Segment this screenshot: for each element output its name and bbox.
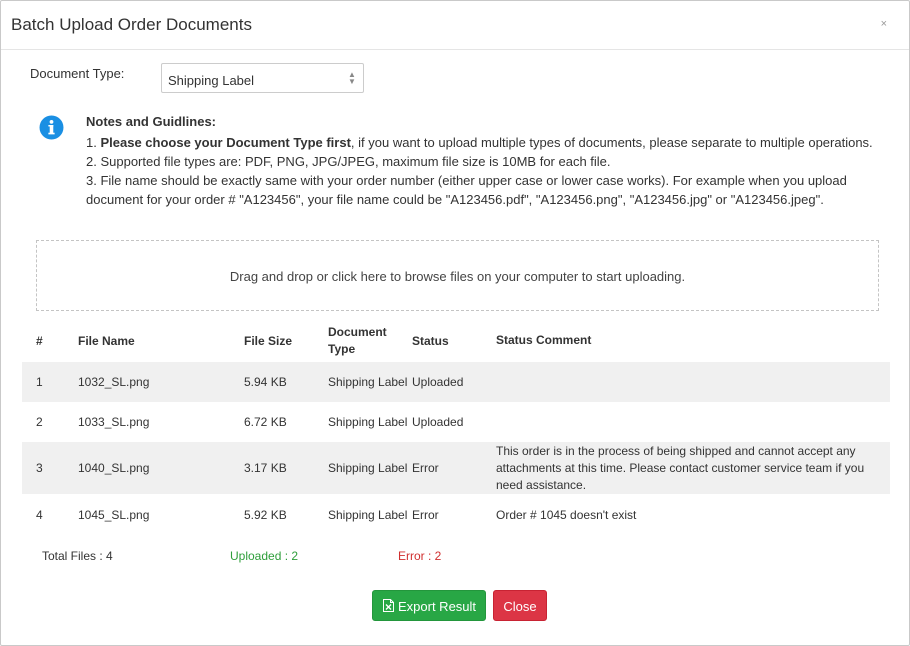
export-result-button[interactable]: Export Result	[372, 590, 486, 621]
file-dropzone[interactable]: Drag and drop or click here to browse fi…	[36, 240, 879, 311]
cell-document-type: Shipping Label	[328, 374, 408, 389]
table-header-row: # File Name File Size Document Type Stat…	[22, 319, 890, 362]
header-status-comment: Status Comment	[496, 333, 592, 347]
document-type-select[interactable]: Shipping Label ▲ ▼	[161, 63, 364, 93]
modal-header: Batch Upload Order Documents ×	[1, 1, 909, 50]
uploaded-count: Uploaded : 2	[230, 549, 299, 563]
cell-document-type: Shipping Label	[328, 507, 408, 522]
total-files-count: Total Files : 4	[42, 549, 113, 563]
cell-status-comment: This order is in the process of being sh…	[496, 443, 865, 492]
cell-file-size: 3.17 KB	[244, 461, 287, 475]
cell-status-comment: Order # 1045 doesn't exist	[496, 507, 637, 522]
cell-file-size: 5.94 KB	[244, 375, 287, 389]
close-button-label: Close	[503, 599, 537, 614]
excel-export-icon	[383, 599, 394, 612]
cell-status: Error	[412, 461, 439, 475]
header-file-name: File Name	[78, 333, 135, 348]
cell-file-size: 5.92 KB	[244, 508, 287, 522]
table-row: 2 1033_SL.png 6.72 KB Shipping Label Upl…	[22, 402, 890, 442]
note-item-3: 3. File name should be exactly same with…	[86, 173, 847, 207]
document-type-row: Document Type: Shipping Label ▲ ▼	[30, 63, 370, 95]
upload-results-table: # File Name File Size Document Type Stat…	[22, 319, 890, 536]
cell-index: 3	[36, 461, 43, 475]
cell-index: 1	[36, 375, 43, 389]
select-arrows-icon: ▲ ▼	[348, 70, 356, 86]
cell-index: 2	[36, 415, 43, 429]
close-icon[interactable]: ×	[881, 18, 887, 30]
header-index: #	[36, 333, 43, 348]
cell-file-size: 6.72 KB	[244, 415, 287, 429]
notes-title: Notes and Guidlines:	[86, 114, 217, 129]
close-button[interactable]: Close	[493, 590, 547, 621]
table-row: 1 1032_SL.png 5.94 KB Shipping Label Upl…	[22, 362, 890, 402]
note-item-2: 2. Supported file types are: PDF, PNG, J…	[86, 154, 611, 169]
cell-status: Uploaded	[412, 415, 464, 429]
error-count: Error : 2	[398, 549, 442, 563]
document-type-label: Document Type:	[30, 66, 125, 81]
table-row: 3 1040_SL.png 3.17 KB Shipping Label Err…	[22, 442, 890, 494]
cell-file-name: 1033_SL.png	[78, 415, 150, 429]
header-status: Status	[412, 333, 449, 348]
modal-title: Batch Upload Order Documents	[11, 15, 252, 34]
cell-document-type: Shipping Label	[328, 460, 408, 475]
dropzone-text: Drag and drop or click here to browse fi…	[229, 269, 686, 284]
cell-status-comment	[496, 402, 890, 442]
note-emphasis: Please choose your Document Type first	[100, 135, 351, 150]
cell-index: 4	[36, 508, 43, 522]
cell-status: Uploaded	[412, 375, 464, 389]
cell-file-name: 1045_SL.png	[78, 508, 150, 522]
note-item-1: 1. Please choose your Document Type firs…	[86, 135, 873, 150]
header-document-type: Document Type	[328, 324, 387, 356]
table-row: 4 1045_SL.png 5.92 KB Shipping Label Err…	[22, 494, 890, 536]
upload-summary: Total Files : 4 Uploaded : 2 Error : 2	[42, 549, 462, 563]
cell-status: Error	[412, 508, 439, 522]
cell-file-name: 1032_SL.png	[78, 375, 150, 389]
header-file-size: File Size	[244, 333, 293, 348]
cell-file-name: 1040_SL.png	[78, 461, 150, 475]
notes-list: 1. Please choose your Document Type firs…	[86, 133, 876, 209]
batch-upload-modal: Batch Upload Order Documents × Document …	[0, 0, 910, 646]
cell-status-comment	[496, 362, 890, 402]
cell-document-type: Shipping Label	[328, 414, 408, 429]
document-type-value: Shipping Label	[168, 73, 255, 88]
info-circle-icon	[39, 115, 64, 140]
export-result-label: Export Result	[398, 599, 477, 614]
